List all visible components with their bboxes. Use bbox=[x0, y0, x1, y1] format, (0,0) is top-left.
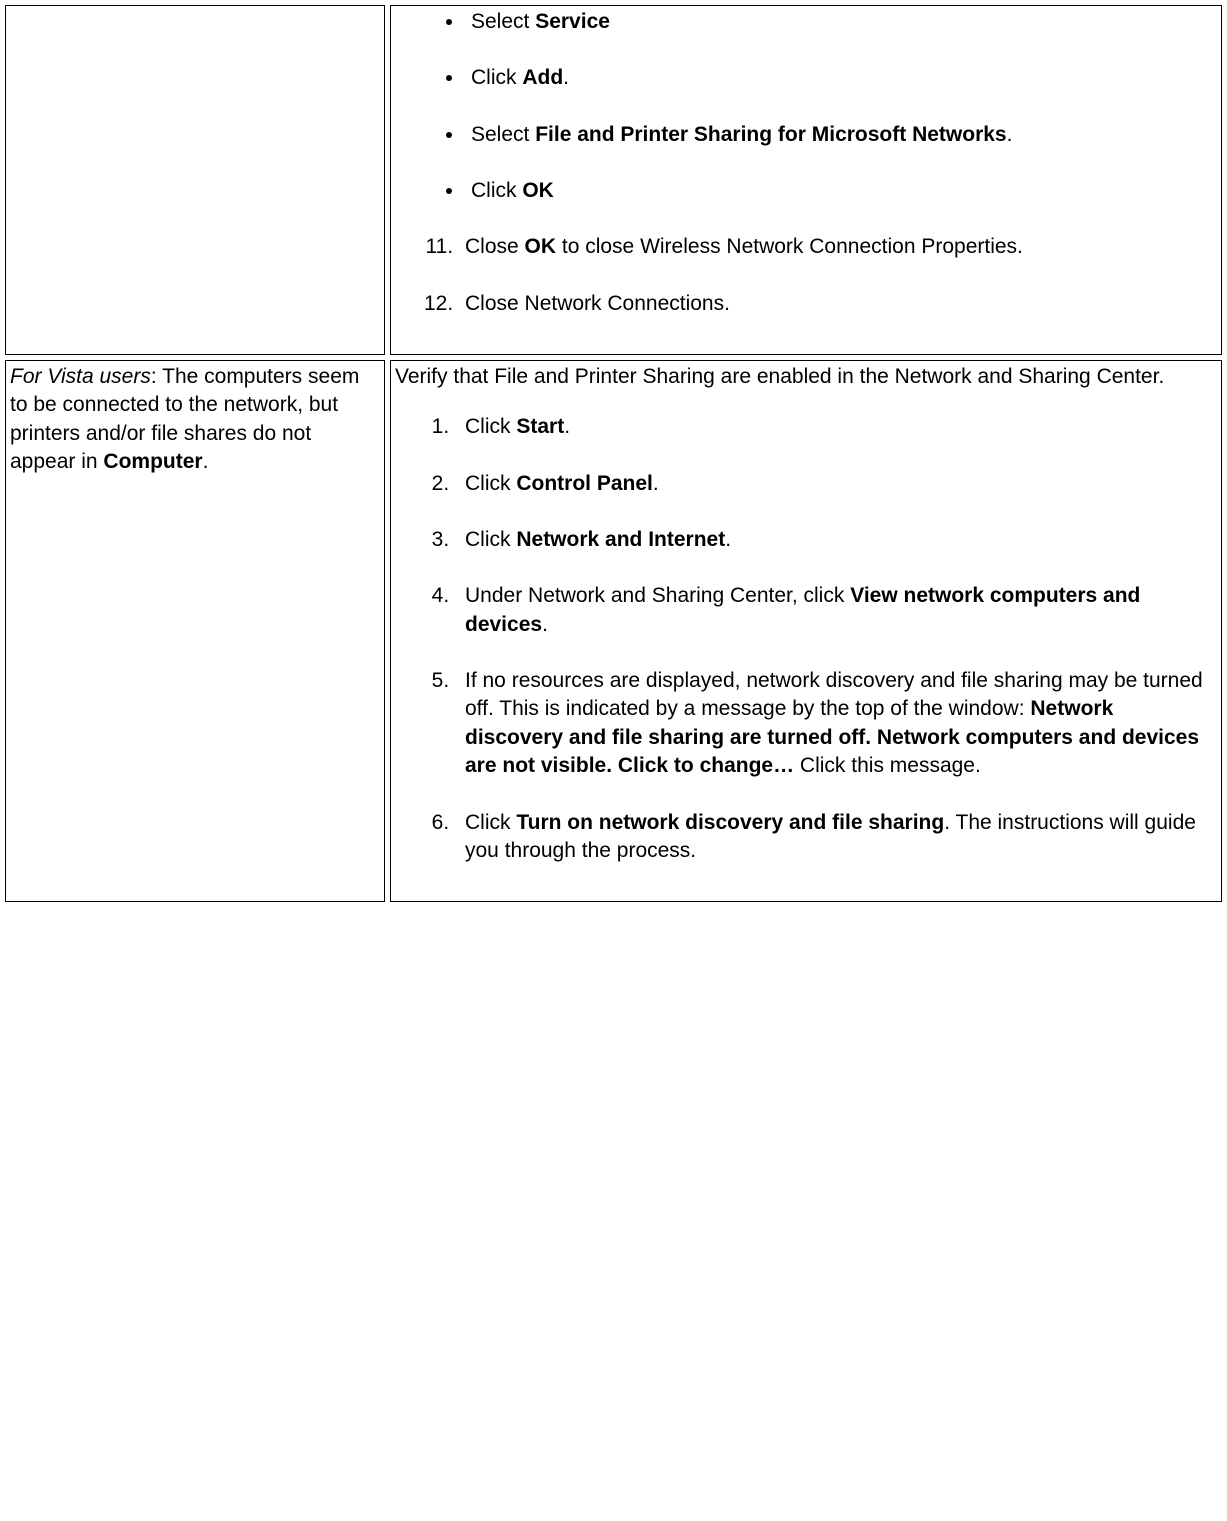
list-item: Click Network and Internet. bbox=[455, 526, 1213, 554]
text: Click bbox=[465, 811, 516, 834]
list-item: Click Control Panel. bbox=[455, 470, 1213, 498]
text: Close Network Connections. bbox=[465, 292, 730, 315]
row2-right-cell: Verify that File and Printer Sharing are… bbox=[390, 360, 1222, 902]
row2-left-cell: For Vista users: The computers seem to b… bbox=[5, 360, 385, 902]
row1-bullets: Select Service Click Add. Select File an… bbox=[395, 8, 1213, 205]
text: Click bbox=[471, 179, 522, 202]
text: . bbox=[542, 613, 548, 636]
row2-intro: Verify that File and Printer Sharing are… bbox=[395, 363, 1213, 391]
text: Select bbox=[471, 123, 535, 146]
list-item: Click Turn on network discovery and file… bbox=[455, 809, 1213, 866]
bold-text: Add bbox=[522, 66, 563, 89]
row1-left-cell bbox=[5, 5, 385, 355]
row2-steps: Click Start. Click Control Panel. Click … bbox=[395, 413, 1213, 865]
list-item: Close Network Connections. bbox=[459, 290, 1213, 318]
list-item: If no resources are displayed, network d… bbox=[455, 667, 1213, 780]
text: Close bbox=[465, 235, 525, 258]
list-item: Select Service bbox=[465, 8, 1213, 36]
text: Under Network and Sharing Center, click bbox=[465, 584, 850, 607]
table-row: For Vista users: The computers seem to b… bbox=[5, 360, 1222, 902]
text: Click this message. bbox=[794, 754, 981, 777]
text: Click bbox=[465, 528, 516, 551]
bold-text: OK bbox=[522, 179, 554, 202]
text: Click bbox=[471, 66, 522, 89]
bold-text: Network and Internet bbox=[516, 528, 725, 551]
bold-text: Turn on network discovery and file shari… bbox=[516, 811, 944, 834]
bold-text: Computer bbox=[103, 450, 202, 473]
text: . bbox=[653, 472, 659, 495]
bold-text: File and Printer Sharing for Microsoft N… bbox=[535, 123, 1006, 146]
text: . bbox=[725, 528, 731, 551]
list-item: Click Start. bbox=[455, 413, 1213, 441]
bold-text: Control Panel bbox=[516, 472, 653, 495]
table-row: Select Service Click Add. Select File an… bbox=[5, 5, 1222, 355]
row1-steps: Close OK to close Wireless Network Conne… bbox=[395, 233, 1213, 318]
list-item: Click OK bbox=[465, 177, 1213, 205]
text: . bbox=[564, 415, 570, 438]
text: Click bbox=[465, 415, 516, 438]
bold-text: Start bbox=[516, 415, 564, 438]
list-item: Click Add. bbox=[465, 64, 1213, 92]
text: . bbox=[1007, 123, 1013, 146]
italic-text: For Vista users bbox=[10, 365, 151, 388]
troubleshoot-table: Select Service Click Add. Select File an… bbox=[0, 0, 1227, 907]
text: Click bbox=[465, 472, 516, 495]
row1-left-content bbox=[6, 6, 384, 10]
row1-right-cell: Select Service Click Add. Select File an… bbox=[390, 5, 1222, 355]
text: Select bbox=[471, 10, 535, 33]
text: . bbox=[563, 66, 569, 89]
text: . bbox=[203, 450, 209, 473]
bold-text: Service bbox=[535, 10, 610, 33]
text: to close Wireless Network Connection Pro… bbox=[556, 235, 1023, 258]
row2-left-text: For Vista users: The computers seem to b… bbox=[10, 365, 359, 473]
list-item: Close OK to close Wireless Network Conne… bbox=[459, 233, 1213, 261]
list-item: Select File and Printer Sharing for Micr… bbox=[465, 121, 1213, 149]
bold-text: OK bbox=[525, 235, 557, 258]
list-item: Under Network and Sharing Center, click … bbox=[455, 582, 1213, 639]
